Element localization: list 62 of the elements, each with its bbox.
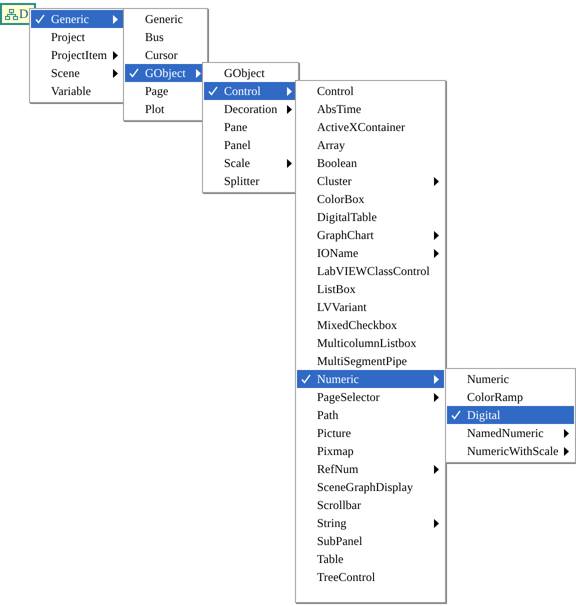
menu-item[interactable]: Generic [31, 10, 123, 28]
menu-item[interactable]: GObject [204, 64, 297, 82]
menu-item[interactable]: Cursor [125, 46, 206, 64]
menu-item[interactable]: Scrollbar [297, 496, 444, 514]
menu-item[interactable]: Pane [204, 118, 297, 136]
menu-item[interactable]: RefNum [297, 460, 444, 478]
menu-item[interactable]: Picture [297, 424, 444, 442]
menu-item[interactable]: Control [297, 82, 444, 100]
menu-item[interactable]: Panel [204, 136, 297, 154]
hierarchy-icon [5, 8, 18, 20]
menu-item[interactable]: MulticolumnListbox [297, 334, 444, 352]
menu-item[interactable]: MultiSegmentPipe [297, 352, 444, 370]
menu-item[interactable]: Digital [447, 406, 574, 424]
submenu-arrow-icon [434, 176, 439, 186]
menu-item[interactable]: Numeric [297, 370, 444, 388]
object-label: D [19, 6, 28, 22]
menu-item[interactable]: String [297, 514, 444, 532]
menu-item[interactable]: SubPanel [297, 532, 444, 550]
menu-item[interactable]: Table [297, 550, 444, 568]
menu-item[interactable]: Decoration [204, 100, 297, 118]
menu-item[interactable]: Project [31, 28, 123, 46]
menu-item[interactable]: LVVariant [297, 298, 444, 316]
check-icon [129, 68, 139, 78]
menu-item[interactable]: AbsTime [297, 100, 444, 118]
menu-item[interactable]: Boolean [297, 154, 444, 172]
menu-item[interactable]: Splitter [204, 172, 297, 190]
menu-item[interactable]: ActiveXContainer [297, 118, 444, 136]
menu-item[interactable]: Plot [125, 100, 206, 118]
check-icon [451, 410, 461, 420]
menu-item[interactable]: NamedNumeric [447, 424, 574, 442]
submenu-arrow-icon [434, 518, 439, 528]
menu-item[interactable]: Numeric [447, 370, 574, 388]
menu-item[interactable]: SceneGraphDisplay [297, 478, 444, 496]
submenu-arrow-icon [287, 158, 292, 168]
menu-item[interactable]: Scene [31, 64, 123, 82]
menu-item[interactable]: Pixmap [297, 442, 444, 460]
menu-item[interactable]: Control [204, 82, 297, 100]
check-icon [35, 14, 45, 24]
menu-item[interactable]: Bus [125, 28, 206, 46]
submenu-arrow-icon [113, 14, 118, 24]
menu-item[interactable]: GraphChart [297, 226, 444, 244]
menu-item[interactable]: MixedCheckbox [297, 316, 444, 334]
menu-item[interactable]: LabVIEWClassControl [297, 262, 444, 280]
menu-item[interactable]: Array [297, 136, 444, 154]
menu-item[interactable]: Scale [204, 154, 297, 172]
menu-item[interactable]: IOName [297, 244, 444, 262]
menu-item[interactable]: PageSelector [297, 388, 444, 406]
menu-item[interactable]: DigitalTable [297, 208, 444, 226]
menu-item[interactable]: Generic [125, 10, 206, 28]
menu-item[interactable]: ColorBox [297, 190, 444, 208]
menu-item[interactable]: Page [125, 82, 206, 100]
submenu-arrow-icon [434, 464, 439, 474]
menu-item[interactable]: Path [297, 406, 444, 424]
check-icon [301, 374, 311, 384]
menu-item[interactable]: TreeControl [297, 568, 444, 586]
menu-item[interactable]: Variable [31, 82, 123, 100]
menu-item[interactable]: ListBox [297, 280, 444, 298]
check-icon [208, 86, 218, 96]
menu-item[interactable]: ColorRamp [447, 388, 574, 406]
menu-item[interactable]: ProjectItem [31, 46, 123, 64]
menu-item[interactable]: NumericWithScale [447, 442, 574, 460]
menu-item[interactable]: Cluster [297, 172, 444, 190]
